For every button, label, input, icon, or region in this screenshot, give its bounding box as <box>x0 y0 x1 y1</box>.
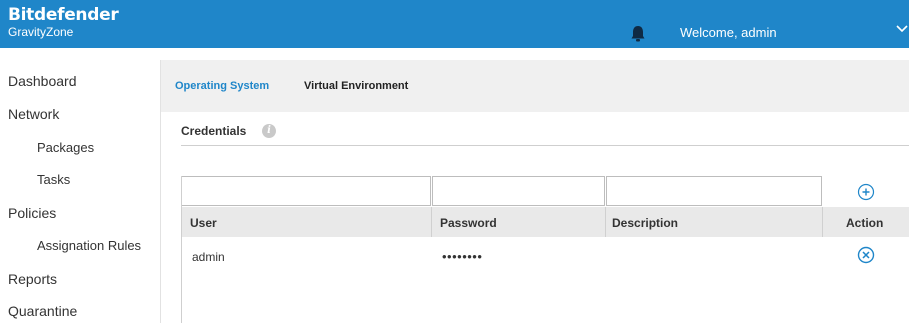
top-bar: Bitdefender GravityZone Welcome, admin <box>0 0 909 48</box>
table-border <box>181 176 182 323</box>
sidebar-item-reports[interactable]: Reports <box>8 271 57 287</box>
column-separator <box>605 207 606 237</box>
bell-icon[interactable] <box>628 24 648 44</box>
column-header-user[interactable]: User <box>190 216 217 230</box>
column-header-password[interactable]: Password <box>440 216 497 230</box>
user-input[interactable] <box>181 176 431 206</box>
info-icon[interactable]: i <box>262 124 276 138</box>
tab-bar <box>161 60 909 112</box>
column-header-description[interactable]: Description <box>612 216 678 230</box>
plus-circle-icon <box>857 183 875 201</box>
chevron-down-icon[interactable] <box>895 22 909 36</box>
brand-logo[interactable]: Bitdefender <box>8 5 119 25</box>
column-header-action: Action <box>846 216 884 230</box>
sidebar-item-network[interactable]: Network <box>8 106 59 122</box>
column-separator <box>431 207 432 237</box>
password-input[interactable] <box>432 176 605 206</box>
welcome-user-menu[interactable]: Welcome, admin <box>680 25 777 40</box>
sidebar-item-quarantine[interactable]: Quarantine <box>8 303 77 319</box>
product-name: GravityZone <box>8 25 74 39</box>
add-credential-button[interactable] <box>857 183 875 201</box>
column-separator <box>822 207 823 237</box>
row-password-cell: •••••••• <box>442 249 483 264</box>
sidebar-item-dashboard[interactable]: Dashboard <box>8 73 77 89</box>
sidebar-item-packages[interactable]: Packages <box>37 140 94 155</box>
remove-credential-button[interactable] <box>857 246 875 264</box>
sidebar-item-assignation-rules[interactable]: Assignation Rules <box>37 238 141 253</box>
credentials-table-header <box>181 207 909 237</box>
tab-operating-system[interactable]: Operating System <box>175 80 269 92</box>
sidebar-item-policies[interactable]: Policies <box>8 205 56 221</box>
sidebar-item-tasks[interactable]: Tasks <box>37 172 70 187</box>
row-user-cell: admin <box>192 250 225 264</box>
remove-circle-icon <box>857 246 875 264</box>
section-divider <box>181 145 909 146</box>
section-title-credentials: Credentials <box>181 124 247 138</box>
tab-virtual-environment[interactable]: Virtual Environment <box>304 80 408 92</box>
description-input[interactable] <box>606 176 822 206</box>
